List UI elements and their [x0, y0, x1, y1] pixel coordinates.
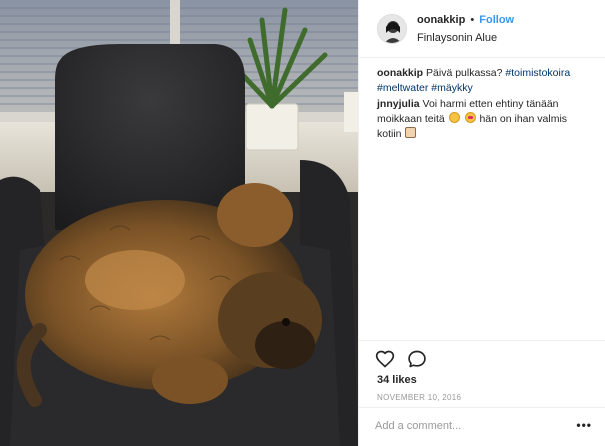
- avatar-image: [378, 15, 406, 43]
- hashtag-link[interactable]: #mäykky: [431, 82, 472, 94]
- caption-username[interactable]: oonakkip: [377, 67, 423, 79]
- post-username[interactable]: oonakkip: [417, 14, 465, 26]
- speech-bubble-icon[interactable]: [407, 349, 427, 369]
- caption-text: Päivä pulkassa?: [426, 67, 503, 79]
- person-icon: [405, 127, 417, 138]
- post-photo[interactable]: [0, 0, 358, 446]
- more-options-button[interactable]: •••: [576, 418, 592, 432]
- dog-on-chair-image: [0, 0, 358, 446]
- heart-eyes-face-icon: [464, 112, 476, 123]
- post-actions: 34 likes NOVEMBER 10, 2016 •••: [359, 340, 605, 440]
- hashtag-link[interactable]: #toimistokoira: [505, 67, 570, 79]
- follow-button[interactable]: Follow: [479, 14, 514, 26]
- avatar[interactable]: [377, 14, 407, 44]
- hashtag-link[interactable]: #meltwater: [377, 82, 428, 94]
- comment-input[interactable]: [375, 417, 565, 435]
- post-date[interactable]: NOVEMBER 10, 2016: [377, 393, 461, 402]
- slightly-smiling-face-icon: [448, 112, 460, 123]
- comment-username[interactable]: jnnyjulia: [377, 98, 420, 110]
- post-side-panel: oonakkip • Follow Finlaysonin Alue oonak…: [358, 0, 605, 446]
- heart-outline-icon[interactable]: [375, 349, 395, 369]
- post-location[interactable]: Finlaysonin Alue: [417, 32, 497, 44]
- caption: oonakkip Päivä pulkassa? #toimistokoira …: [377, 66, 593, 96]
- separator-dot: •: [470, 14, 475, 26]
- post-header: oonakkip • Follow Finlaysonin Alue: [359, 0, 605, 58]
- username-line: oonakkip • Follow: [417, 14, 514, 26]
- comments-list: oonakkip Päivä pulkassa? #toimistokoira …: [377, 66, 593, 143]
- comment-item: jnnyjulia Voi harmi etten ehtiny tänään …: [377, 97, 593, 142]
- add-comment-bar: •••: [359, 407, 605, 441]
- likes-count[interactable]: 34 likes: [377, 374, 417, 386]
